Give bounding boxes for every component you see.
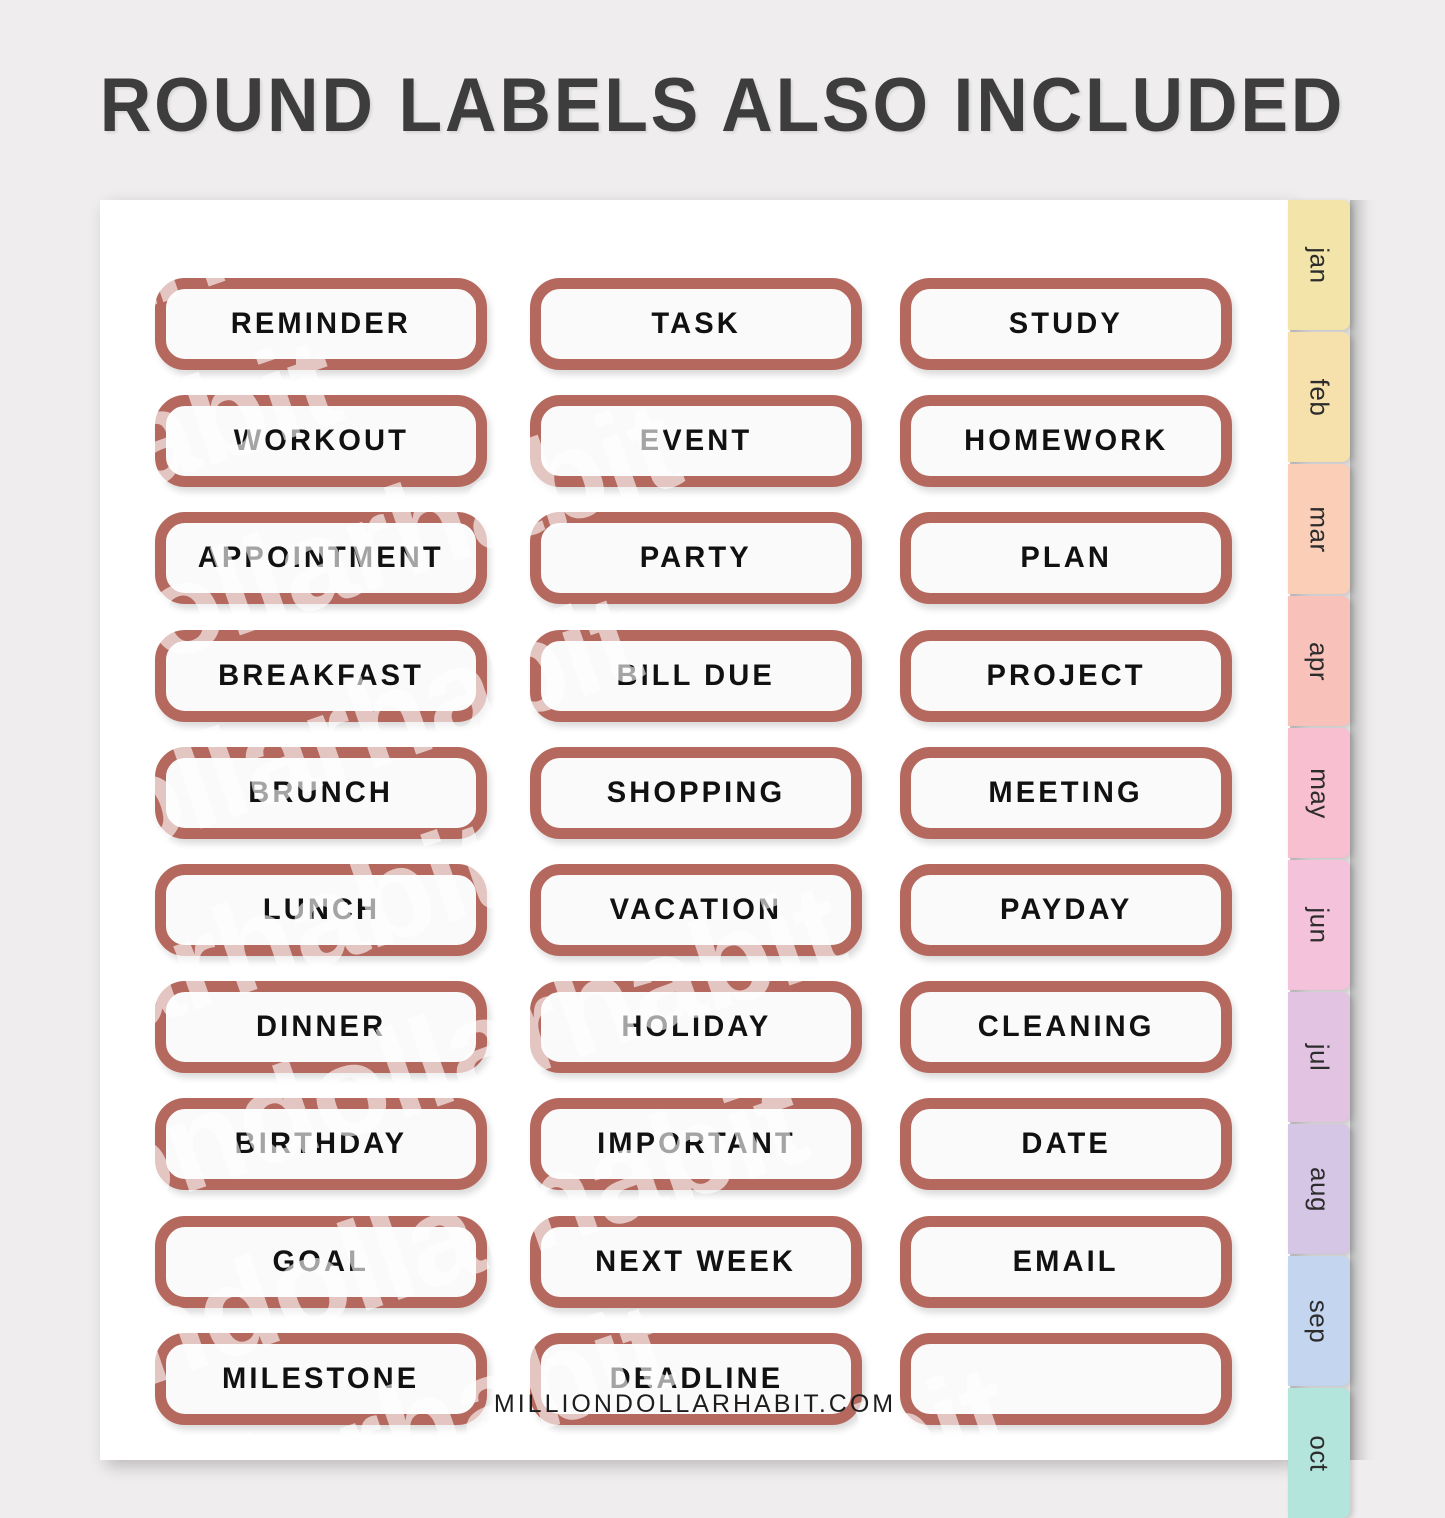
label-pill-text: LUNCH <box>262 893 380 926</box>
label-pill[interactable]: HOMEWORK <box>900 395 1232 488</box>
label-pill[interactable]: LUNCH <box>155 864 487 956</box>
month-tab-label: may <box>1304 767 1335 819</box>
label-pill-text: BIRTHDAY <box>234 1127 408 1161</box>
month-tab-label: oct <box>1304 1434 1335 1472</box>
label-pill[interactable]: PLAN <box>900 512 1232 605</box>
month-tab-aug[interactable]: aug <box>1288 1124 1350 1254</box>
month-tab-label: jan <box>1304 246 1335 284</box>
month-tab-feb[interactable]: feb <box>1288 332 1350 462</box>
label-pill[interactable]: EMAIL <box>900 1215 1232 1308</box>
month-tab-apr[interactable]: apr <box>1288 596 1350 726</box>
label-pill[interactable]: PAYDAY <box>900 864 1232 956</box>
label-pill[interactable]: STUDY <box>900 278 1232 370</box>
label-pill-text: BILL DUE <box>616 658 776 692</box>
label-pill[interactable]: NEXT WEEK <box>530 1215 862 1308</box>
label-pill[interactable]: BILL DUE <box>530 629 862 722</box>
label-pill-text: PAYDAY <box>999 893 1133 926</box>
label-pill[interactable]: EVENT <box>530 395 862 488</box>
label-pill-text: DINNER <box>255 1010 387 1044</box>
label-pill[interactable]: APPOINTMENT <box>155 512 487 605</box>
label-pill[interactable]: PROJECT <box>900 629 1232 722</box>
label-pill-text: APPOINTMENT <box>198 541 444 575</box>
label-pill-text: GOAL <box>272 1244 370 1278</box>
sheet-edge-shadow <box>1350 200 1376 1460</box>
label-pill-text: TASK <box>651 307 741 340</box>
page-title: ROUND LABELS ALSO INCLUDED <box>99 63 1346 148</box>
label-pill[interactable]: HOLIDAY <box>530 981 862 1074</box>
label-pill-text: BRUNCH <box>248 775 394 809</box>
month-tab-oct[interactable]: oct <box>1288 1388 1350 1518</box>
label-pill[interactable]: SHOPPING <box>530 746 862 839</box>
month-tab-jun[interactable]: jun <box>1288 860 1350 990</box>
label-pill[interactable]: PARTY <box>530 512 862 605</box>
label-pill-text: STUDY <box>1008 307 1124 340</box>
label-pill-text: CLEANING <box>977 1010 1155 1044</box>
month-tab-label: apr <box>1304 641 1335 681</box>
label-pill[interactable]: MEETING <box>900 746 1232 839</box>
site-url: MILLIONDOLLARHABIT.COM <box>493 1390 897 1418</box>
month-tab-label: mar <box>1304 505 1335 553</box>
label-sheet: REMINDER TASK STUDY WORKOUT EVENT HOMEWORK APP… <box>100 200 1290 1460</box>
month-tab-jan[interactable]: jan <box>1288 200 1350 330</box>
label-pill[interactable]: GOAL <box>155 1215 487 1308</box>
label-pill[interactable]: CLEANING <box>900 981 1232 1074</box>
month-tab-sep[interactable]: sep <box>1288 1256 1350 1386</box>
label-pill[interactable]: TASK <box>530 278 862 370</box>
label-pill-text: PROJECT <box>986 658 1146 692</box>
label-pill[interactable]: DATE <box>900 1098 1232 1191</box>
label-pill[interactable]: VACATION <box>530 864 862 956</box>
month-tab-label: feb <box>1304 378 1335 416</box>
month-tab-strip: jan feb mar apr may jun jul aug sep oct <box>1288 200 1350 1518</box>
label-pill-text: EMAIL <box>1012 1244 1120 1278</box>
month-tab-label: sep <box>1304 1299 1335 1343</box>
label-pill-text: NEXT WEEK <box>595 1244 797 1278</box>
label-pill-text: IMPORTANT <box>596 1127 796 1161</box>
label-pill[interactable]: IMPORTANT <box>530 1098 862 1191</box>
label-pill[interactable]: REMINDER <box>155 278 487 370</box>
label-pill-text: MEETING <box>988 775 1144 809</box>
label-pill-text: WORKOUT <box>233 424 409 458</box>
label-pill[interactable]: WORKOUT <box>155 395 487 488</box>
month-tab-label: jun <box>1304 906 1335 944</box>
label-pill-text: HOLIDAY <box>620 1010 772 1044</box>
month-tab-jul[interactable]: jul <box>1288 992 1350 1122</box>
month-tab-mar[interactable]: mar <box>1288 464 1350 594</box>
label-pill-text: REMINDER <box>230 307 412 340</box>
label-pill-text: EVENT <box>639 424 753 458</box>
label-pill-text: BREAKFAST <box>218 658 424 692</box>
label-pill-text: HOMEWORK <box>963 424 1169 458</box>
label-pill-text: PLAN <box>1020 541 1112 575</box>
month-tab-may[interactable]: may <box>1288 728 1350 858</box>
label-pill[interactable]: BREAKFAST <box>155 629 487 722</box>
label-pill-text: PARTY <box>639 541 752 575</box>
label-pill-text: DATE <box>1021 1127 1111 1161</box>
label-pill-text: VACATION <box>609 893 783 926</box>
month-tab-label: jul <box>1304 1043 1335 1071</box>
label-pill[interactable]: DINNER <box>155 981 487 1074</box>
month-tab-label: aug <box>1304 1166 1335 1212</box>
label-grid: REMINDER TASK STUDY WORKOUT EVENT HOMEWORK APP… <box>100 200 1290 1460</box>
label-pill[interactable]: BIRTHDAY <box>155 1098 487 1191</box>
label-pill-text: SHOPPING <box>606 775 786 809</box>
label-pill[interactable]: BRUNCH <box>155 746 487 839</box>
